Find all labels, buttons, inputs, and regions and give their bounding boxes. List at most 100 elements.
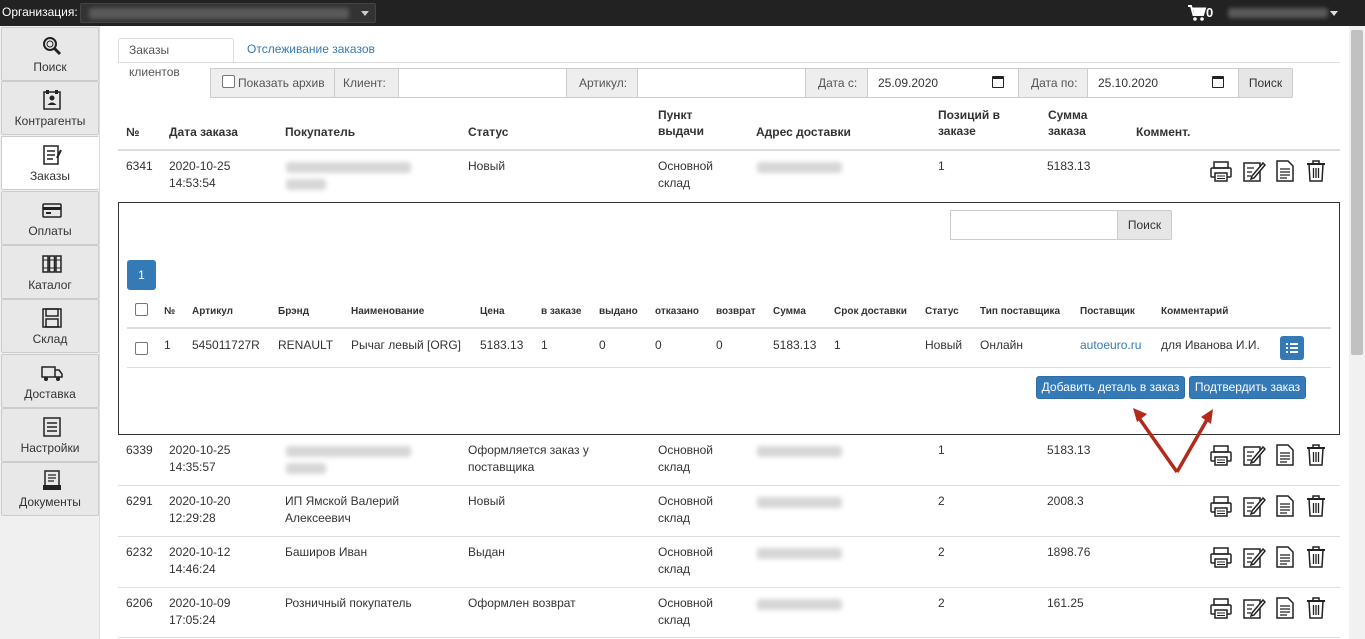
order-status: Оформлен возврат <box>468 596 576 610</box>
row-divider <box>118 536 1340 537</box>
scrollbar-thumb[interactable] <box>1351 30 1363 355</box>
detail-col-sum: Сумма <box>773 306 806 317</box>
list-icon <box>1286 343 1298 353</box>
order-sum: 5183.13 <box>1047 443 1091 457</box>
date-to-label: Дата по: <box>1018 68 1088 98</box>
sidebar-item-contacts[interactable]: Контрагенты <box>1 81 99 135</box>
detail-col-in-order: в заказе <box>541 306 582 317</box>
sidebar-item-label: Поиск <box>33 60 67 74</box>
order-num[interactable]: 6339 <box>126 442 153 459</box>
document-icon[interactable] <box>1273 443 1297 467</box>
calendar-icon[interactable] <box>992 76 1004 88</box>
col-date: Дата заказа <box>169 125 238 139</box>
detail-search-button[interactable]: Поиск <box>1117 210 1172 240</box>
trash-icon[interactable] <box>1304 494 1328 518</box>
tab-client-orders[interactable]: Заказы клиентов <box>118 38 234 79</box>
trash-icon[interactable] <box>1304 159 1328 183</box>
detail-col-issued: выдано <box>599 306 638 317</box>
sidebar-item-search[interactable]: Поиск <box>1 27 99 81</box>
row-divider <box>118 587 1340 588</box>
select-all-checkbox[interactable] <box>135 303 148 316</box>
order-buyer: Розничный покупатель <box>285 596 412 610</box>
detail-col-name: Наименование <box>351 306 425 317</box>
order-num[interactable]: 6206 <box>126 595 153 612</box>
confirm-order-button[interactable]: Подтвердить заказ <box>1189 376 1306 399</box>
order-date: 2020-10-09 17:05:24 <box>169 596 231 627</box>
col-sum-line1: Сумма <box>1048 108 1088 122</box>
client-input[interactable] <box>398 68 567 98</box>
document-icon[interactable] <box>1273 159 1297 183</box>
print-icon[interactable] <box>1209 596 1233 620</box>
item-comment: для Иванова И.И. <box>1161 338 1260 352</box>
col-positions-line1: Позиций в <box>938 108 1000 122</box>
add-part-button[interactable]: Добавить деталь в заказ <box>1036 376 1185 399</box>
cart-icon[interactable] <box>1187 4 1207 22</box>
sidebar-item-orders[interactable]: Заказы <box>1 136 99 190</box>
document-icon[interactable] <box>1273 494 1297 518</box>
print-icon[interactable] <box>1209 545 1233 569</box>
detail-col-num: № <box>164 306 176 317</box>
order-num[interactable]: 6341 <box>126 158 153 175</box>
tab-divider <box>118 62 1340 63</box>
sidebar-item-label: Заказы <box>29 169 71 183</box>
search-icon <box>43 37 62 56</box>
trash-icon[interactable] <box>1304 443 1328 467</box>
order-status: Оформляется заказ у поставщика <box>468 443 589 474</box>
edit-icon[interactable] <box>1242 443 1266 467</box>
user-menu[interactable] <box>1224 4 1344 22</box>
sidebar-item-catalog[interactable]: Каталог <box>1 245 99 299</box>
cart-count[interactable]: 0 <box>1206 5 1213 20</box>
organization-label: Организация: <box>2 5 78 19</box>
article-input[interactable] <box>637 68 806 98</box>
col-comment: Коммент. <box>1136 125 1191 139</box>
detail-search-input[interactable] <box>950 210 1118 240</box>
item-in-order: 1 <box>541 338 548 352</box>
edit-icon[interactable] <box>1242 596 1266 620</box>
calendar-icon[interactable] <box>1212 76 1224 88</box>
col-sum: Сумма заказа <box>1048 107 1087 139</box>
item-sum: 5183.13 <box>773 338 817 352</box>
sidebar-item-label: Оплаты <box>28 224 72 238</box>
item-details-button[interactable] <box>1280 336 1304 360</box>
date-from-value: 25.09.2020 <box>878 76 939 90</box>
order-num[interactable]: 6232 <box>126 544 153 561</box>
user-name-redacted <box>1228 8 1328 18</box>
tab-order-tracking[interactable]: Отслеживание заказов <box>237 38 385 63</box>
detail-col-comment: Комментарий <box>1161 306 1229 317</box>
order-num[interactable]: 6291 <box>126 493 153 510</box>
pagination-page-1[interactable]: 1 <box>127 260 156 290</box>
buyer-redacted <box>286 179 326 190</box>
trash-icon[interactable] <box>1304 596 1328 620</box>
date-to-value: 25.10.2020 <box>1098 76 1159 90</box>
edit-icon[interactable] <box>1242 494 1266 518</box>
item-delivery: 1 <box>834 338 841 352</box>
archive-checkbox[interactable] <box>222 75 235 88</box>
sidebar-item-documents[interactable]: Документы <box>1 462 99 516</box>
document-icon[interactable] <box>1273 596 1297 620</box>
sidebar-item-warehouse[interactable]: Склад <box>1 299 99 353</box>
item-checkbox[interactable] <box>135 342 148 355</box>
detail-col-price: Цена <box>480 306 505 317</box>
sidebar-item-settings[interactable]: Настройки <box>1 408 99 462</box>
trash-icon[interactable] <box>1304 545 1328 569</box>
catalog-icon <box>42 255 62 273</box>
item-supplier-link[interactable]: autoeuro.ru <box>1080 338 1141 352</box>
address-redacted <box>757 599 842 610</box>
col-sum-line2: заказа <box>1048 124 1086 138</box>
document-icon[interactable] <box>1273 545 1297 569</box>
row-divider <box>118 637 1340 638</box>
edit-icon[interactable] <box>1242 159 1266 183</box>
sidebar-item-delivery[interactable]: Доставка <box>1 354 99 408</box>
chevron-down-icon <box>1330 11 1338 16</box>
edit-icon[interactable] <box>1242 545 1266 569</box>
client-label: Клиент: <box>334 68 399 98</box>
delivery-icon <box>41 366 63 381</box>
print-icon[interactable] <box>1209 159 1233 183</box>
filter-search-button[interactable]: Поиск <box>1238 68 1293 98</box>
archive-toggle[interactable]: Показать архив <box>210 68 335 98</box>
organization-select[interactable] <box>80 3 376 23</box>
order-pickup: Основной склад <box>658 159 714 190</box>
sidebar-item-payments[interactable]: Оплаты <box>1 191 99 245</box>
col-address: Адрес доставки <box>756 125 851 139</box>
print-icon[interactable] <box>1209 494 1233 518</box>
